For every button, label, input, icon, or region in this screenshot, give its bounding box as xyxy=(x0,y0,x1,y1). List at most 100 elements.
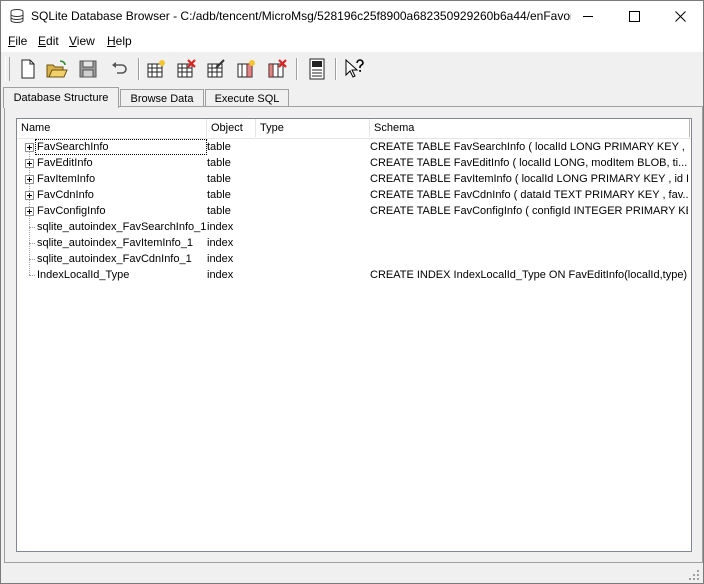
tab-browse-data[interactable]: Browse Data xyxy=(120,89,204,107)
row-schema: CREATE TABLE FavItemInfo ( localId LONG … xyxy=(370,173,688,185)
row-schema: CREATE TABLE FavConfigInfo ( configId IN… xyxy=(370,205,688,217)
expand-icon[interactable] xyxy=(25,175,34,184)
minimize-button[interactable] xyxy=(565,1,611,31)
row-object: index xyxy=(207,269,234,281)
application-window: SQLite Database Browser - C:/adb/tencent… xyxy=(0,0,704,584)
modify-table-button[interactable] xyxy=(204,57,228,81)
row-schema xyxy=(370,219,688,235)
undo-button[interactable] xyxy=(107,57,131,81)
modify-table-icon xyxy=(207,59,225,78)
row-name: FavConfigInfo xyxy=(37,205,106,217)
toolbar xyxy=(1,53,703,85)
expand-icon[interactable] xyxy=(25,207,34,216)
delete-table-button[interactable] xyxy=(174,57,198,81)
database-structure-tree[interactable]: Name Object Type Schema FavSearchInfo ta… xyxy=(16,118,692,552)
whats-this-button[interactable] xyxy=(343,57,367,81)
row-name: FavSearchInfo xyxy=(37,141,109,153)
menu-help-accel: H xyxy=(107,34,116,48)
row-name: IndexLocalId_Type xyxy=(37,269,130,281)
close-icon xyxy=(674,10,686,22)
column-header-type[interactable]: Type xyxy=(256,119,370,137)
row-schema: CREATE TABLE FavEditInfo ( localId LONG,… xyxy=(370,157,688,169)
row-name: sqlite_autoindex_FavCdnInfo_1 xyxy=(37,253,192,265)
row-type xyxy=(260,203,368,219)
menu-edit[interactable]: Edit xyxy=(38,34,59,48)
tree-connector xyxy=(29,243,35,244)
row-type xyxy=(260,155,368,171)
row-object: index xyxy=(207,253,234,265)
tree-row[interactable]: FavSearchInfo table CREATE TABLE FavSear… xyxy=(17,139,691,155)
undo-icon xyxy=(112,62,127,74)
minimize-icon xyxy=(582,15,593,17)
row-type xyxy=(260,187,368,203)
row-schema: CREATE INDEX IndexLocalId_Type ON FavEdi… xyxy=(370,269,688,281)
row-name: FavEditInfo xyxy=(37,157,93,169)
menu-view-label: iew xyxy=(76,34,95,48)
maximize-button[interactable] xyxy=(611,1,657,31)
row-name: FavCdnInfo xyxy=(37,189,94,201)
save-database-button[interactable] xyxy=(76,57,100,81)
menu-edit-label: dit xyxy=(46,34,59,48)
open-database-icon xyxy=(46,60,68,78)
tab-bar: Database Structure Browse Data Execute S… xyxy=(1,87,703,108)
create-index-icon xyxy=(237,60,255,78)
create-index-button[interactable] xyxy=(234,57,258,81)
row-name: FavItemInfo xyxy=(37,173,96,185)
status-bar xyxy=(1,566,703,583)
tree-connector xyxy=(29,275,35,276)
menu-edit-accel: E xyxy=(38,34,47,48)
row-object: index xyxy=(207,237,234,249)
row-type xyxy=(260,219,368,235)
row-type xyxy=(260,251,368,267)
delete-index-icon xyxy=(268,59,287,78)
tree-row[interactable]: FavCdnInfo table CREATE TABLE FavCdnInfo… xyxy=(17,187,691,203)
column-header-name[interactable]: Name xyxy=(17,119,207,137)
tree-row[interactable]: FavItemInfo table CREATE TABLE FavItemIn… xyxy=(17,171,691,187)
tab-database-structure[interactable]: Database Structure xyxy=(3,87,119,108)
create-table-button[interactable] xyxy=(144,57,168,81)
delete-table-icon xyxy=(177,59,196,78)
toolbar-separator xyxy=(335,58,337,80)
title-bar[interactable]: SQLite Database Browser - C:/adb/tencent… xyxy=(1,1,703,31)
new-database-button[interactable] xyxy=(16,57,40,81)
create-table-icon xyxy=(147,60,165,78)
menu-help[interactable]: Help xyxy=(107,34,132,48)
expand-icon[interactable] xyxy=(25,159,34,168)
menu-view[interactable]: View xyxy=(69,34,95,48)
sql-log-icon xyxy=(309,58,325,80)
tree-row[interactable]: IndexLocalId_Type index CREATE INDEX Ind… xyxy=(17,267,691,283)
column-header-schema[interactable]: Schema xyxy=(370,119,690,137)
tree-row[interactable]: FavConfigInfo table CREATE TABLE FavConf… xyxy=(17,203,691,219)
tree-row[interactable]: FavEditInfo table CREATE TABLE FavEditIn… xyxy=(17,155,691,171)
toolbar-separator xyxy=(138,58,140,80)
row-type xyxy=(260,171,368,187)
database-app-icon xyxy=(10,9,24,24)
delete-index-button[interactable] xyxy=(265,57,289,81)
row-object: table xyxy=(207,205,231,217)
maximize-icon xyxy=(628,10,640,22)
tab-execute-sql[interactable]: Execute SQL xyxy=(205,89,289,107)
close-button[interactable] xyxy=(657,1,703,31)
new-database-icon xyxy=(21,59,35,79)
tab-label: Database Structure xyxy=(13,92,109,104)
toolbar-grip[interactable] xyxy=(5,57,10,81)
tab-label: Execute SQL xyxy=(214,92,280,105)
menu-file[interactable]: File xyxy=(8,34,27,48)
menu-view-accel: V xyxy=(69,34,77,48)
row-type xyxy=(260,235,368,251)
column-header-object[interactable]: Object xyxy=(207,119,256,137)
tree-row[interactable]: sqlite_autoindex_FavCdnInfo_1 index xyxy=(17,251,691,267)
row-object: table xyxy=(207,141,231,153)
sql-log-button[interactable] xyxy=(305,57,329,81)
expand-icon[interactable] xyxy=(25,143,34,152)
tree-connector xyxy=(29,227,35,228)
row-type xyxy=(260,267,368,283)
tree-row[interactable]: sqlite_autoindex_FavSearchInfo_1 index xyxy=(17,219,691,235)
tree-row[interactable]: sqlite_autoindex_FavItemInfo_1 index xyxy=(17,235,691,251)
row-object: table xyxy=(207,173,231,185)
open-database-button[interactable] xyxy=(45,57,69,81)
expand-icon[interactable] xyxy=(25,191,34,200)
row-schema xyxy=(370,251,688,267)
row-object: index xyxy=(207,221,234,233)
resize-grip-icon[interactable] xyxy=(689,570,700,581)
